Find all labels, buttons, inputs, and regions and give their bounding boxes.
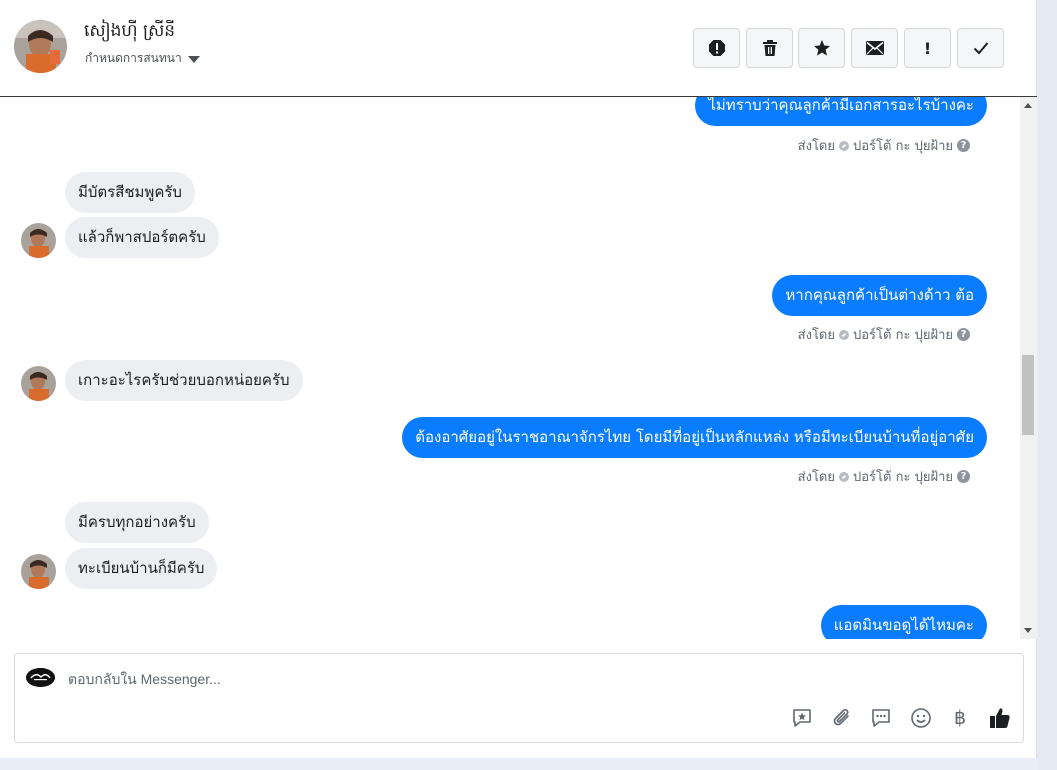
mark-done-button[interactable] — [957, 28, 1004, 68]
help-icon[interactable]: ? — [957, 139, 970, 152]
sender-name: ปอร์โต้ กะ ปุยฝ้าย — [853, 328, 953, 343]
message-bubble[interactable]: แอดมินขอดูได้ไหมคะ — [820, 605, 987, 639]
message-bubble[interactable]: มีครบทุกอย่างครับ — [65, 502, 209, 543]
saved-reply-button[interactable] — [790, 706, 814, 730]
emoji-button[interactable] — [909, 706, 933, 730]
envelope-icon — [865, 41, 884, 55]
alert-circle-icon — [708, 40, 725, 56]
message-bubble[interactable]: แล้วก็พาสปอร์ตครับ — [65, 217, 219, 258]
sent-by-label: ส่งโดย — [797, 139, 835, 154]
attachment-icon — [833, 709, 849, 726]
reply-composer: ฿ — [14, 653, 1024, 743]
sent-by-label: ส่งโดย — [797, 328, 835, 343]
like-button[interactable] — [988, 706, 1012, 730]
contact-avatar[interactable] — [14, 20, 67, 73]
message-bubble[interactable]: หากคุณลูกค้าเป็นต่างด้าว ต้อ — [772, 275, 987, 316]
sender-avatar — [21, 366, 56, 401]
page-side-strip — [1038, 0, 1057, 770]
trash-icon — [762, 40, 777, 56]
contact-name[interactable]: សៀងហ៊ី ស្រីនី — [84, 20, 175, 45]
caret-down-icon — [187, 56, 200, 63]
verified-icon — [839, 329, 849, 340]
reply-input[interactable] — [68, 668, 768, 690]
sent-by-info: ส่งโดย ปอร์โต้ กะ ปุยฝ้าย ? — [798, 135, 970, 156]
sender-name: ปอร์โต้ กะ ปุยฝ้าย — [853, 139, 953, 154]
conversation-header: សៀងហ៊ី ស្រីនី กำหนดการสนทนา ! — [0, 0, 1037, 97]
mark-spam-button[interactable] — [693, 28, 740, 68]
scroll-thumb[interactable] — [1022, 355, 1034, 435]
check-icon — [973, 42, 988, 55]
scroll-down-arrow-icon[interactable] — [1024, 628, 1032, 633]
chat-bubble-icon — [872, 709, 890, 727]
message-bubble[interactable]: มีบัตรสีชมพูครับ — [65, 172, 195, 213]
scroll-up-arrow-icon[interactable] — [1024, 103, 1032, 108]
message-bubble[interactable]: ไม่ทราบว่าคุณลูกค้ามีเอกสารอะไรบ้างคะ — [695, 97, 987, 126]
page-logo — [26, 668, 55, 687]
sent-by-info: ส่งโดย ปอร์โต้ กะ ปุยฝ้าย ? — [798, 466, 970, 487]
message-bubble[interactable]: ทะเบียนบ้านก็มีครับ — [65, 548, 218, 589]
conversation-settings-dropdown[interactable]: กำหนดการสนทนา — [85, 49, 200, 68]
sender-name: ปอร์โต้ กะ ปุยฝ้าย — [853, 470, 953, 485]
star-icon — [813, 40, 830, 56]
baht-icon: ฿ — [953, 707, 967, 729]
message-thread: ไม่ทราบว่าคุณลูกค้ามีเอกสารอะไรบ้างคะ ส่… — [0, 97, 1020, 639]
attach-button[interactable] — [830, 706, 854, 730]
follow-up-button[interactable]: ! — [904, 28, 951, 68]
delete-button[interactable] — [746, 28, 793, 68]
mark-unread-button[interactable] — [851, 28, 898, 68]
message-bubble[interactable]: ต้องอาศัยอยู่ในราชอาณาจักรไทย โดยมีที่อย… — [402, 417, 987, 458]
inbox-window: សៀងហ៊ី ស្រីនី กำหนดการสนทนา ! ไม่ทราบว่า… — [0, 0, 1037, 758]
emoji-icon — [911, 708, 931, 728]
exclamation-icon: ! — [923, 38, 932, 58]
star-button[interactable] — [798, 28, 845, 68]
sent-by-info: ส่งโดย ปอร์โต้ กะ ปุยฝ้าย ? — [798, 324, 970, 345]
conversation-settings-label: กำหนดการสนทนา — [85, 51, 182, 65]
payment-button[interactable]: ฿ — [948, 706, 972, 730]
help-icon[interactable]: ? — [957, 470, 970, 483]
help-icon[interactable]: ? — [957, 328, 970, 341]
thread-scrollbar[interactable] — [1020, 97, 1037, 639]
verified-icon — [839, 140, 849, 151]
sent-by-label: ส่งโดย — [797, 470, 835, 485]
sender-avatar — [21, 223, 56, 258]
message-bubble[interactable]: เกาะอะไรครับช่วยบอกหน่อยครับ — [65, 360, 303, 401]
sender-avatar — [21, 554, 56, 589]
quick-reply-button[interactable] — [869, 706, 893, 730]
saved-reply-icon — [793, 709, 811, 727]
verified-icon — [839, 471, 849, 482]
like-icon — [990, 708, 1010, 728]
